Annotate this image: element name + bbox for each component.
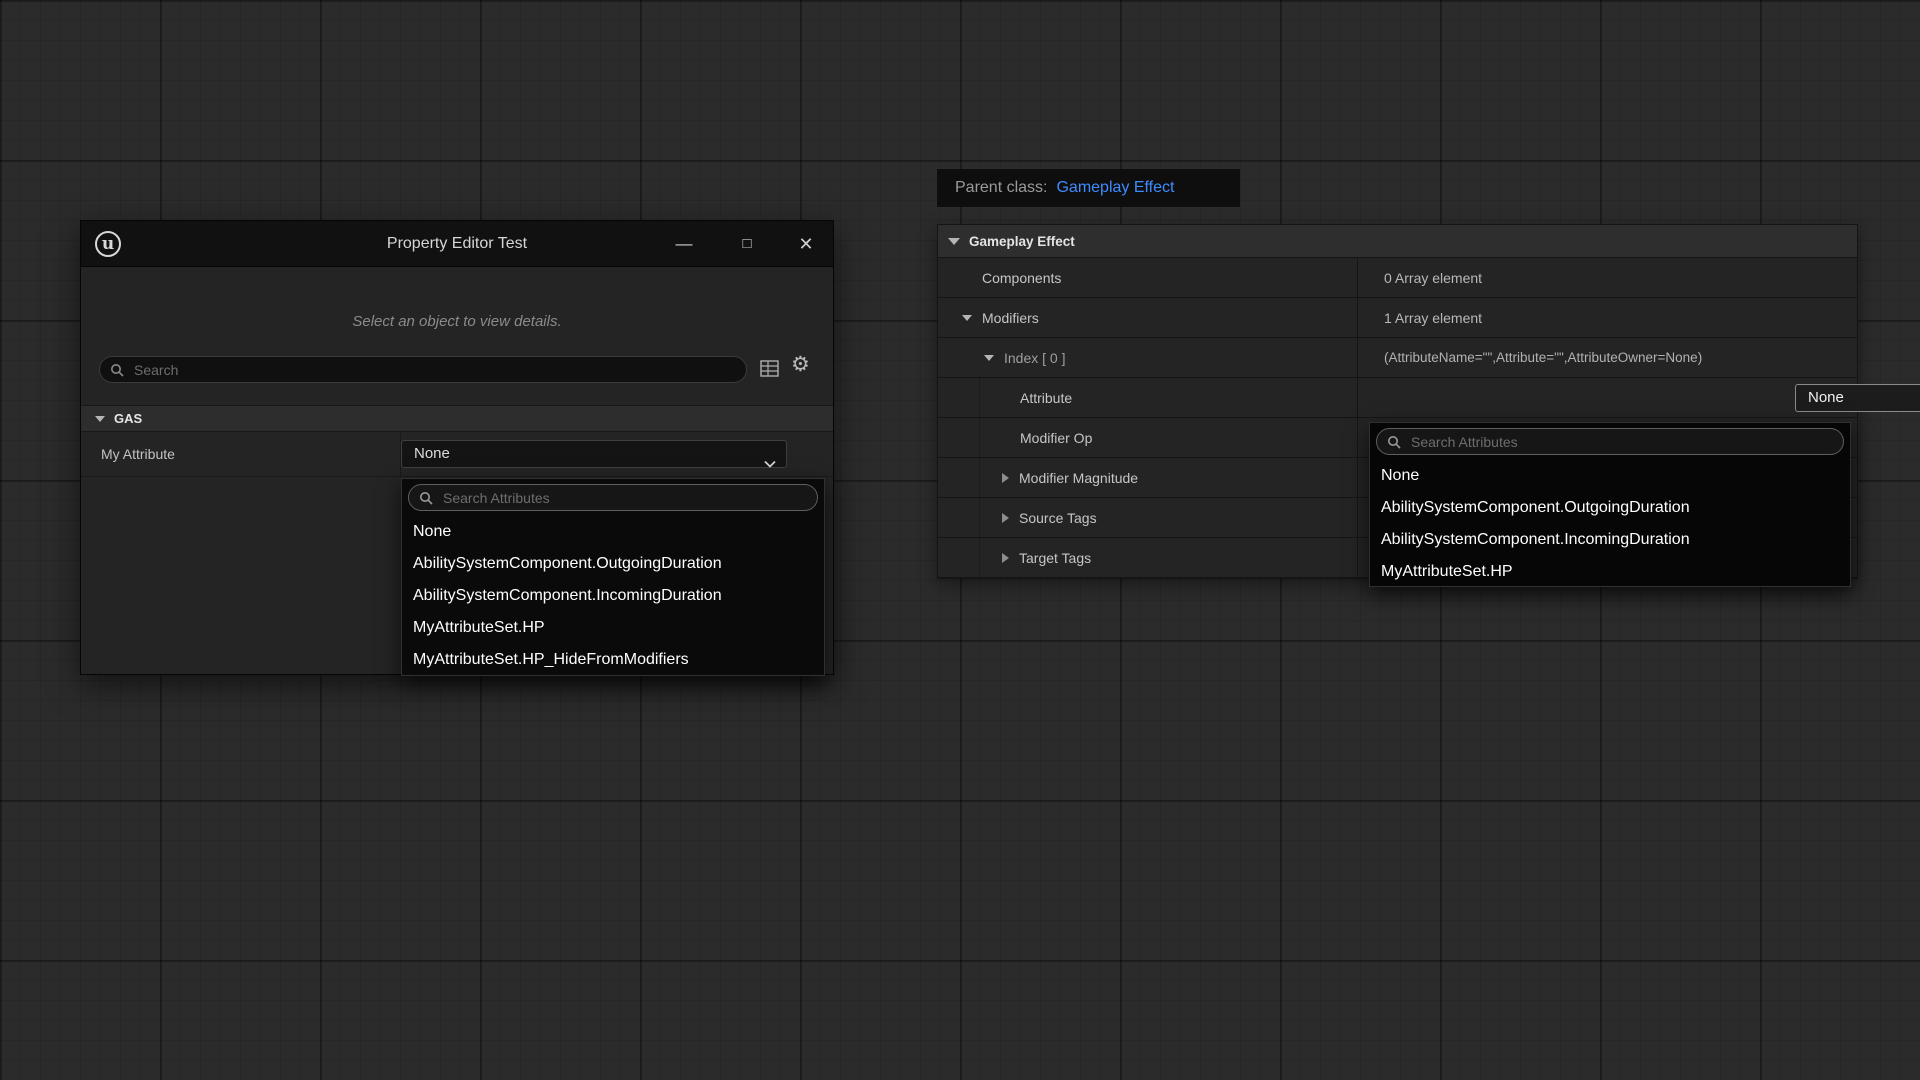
dropdown-item[interactable]: None: [1370, 460, 1850, 492]
maximize-button[interactable]: □: [724, 221, 770, 267]
category-label: GAS: [114, 411, 142, 426]
row-attribute: Attribute None: [938, 378, 1857, 418]
category-label: Gameplay Effect: [969, 234, 1075, 249]
attribute-combobox[interactable]: None: [1795, 384, 1920, 412]
empty-selection-hint: Select an object to view details.: [81, 313, 833, 330]
expander-down-icon[interactable]: [984, 355, 994, 361]
expander-down-icon: [948, 238, 960, 245]
row-components: Components 0 Array element: [938, 258, 1857, 298]
property-value-cell: None: [401, 432, 833, 476]
attribute-picker-dropdown: None AbilitySystemComponent.OutgoingDura…: [401, 478, 825, 676]
row-label: Source Tags: [1019, 510, 1097, 526]
struct-preview: (AttributeName="",Attribute="",Attribute…: [1384, 350, 1702, 365]
window-title: Property Editor Test: [81, 221, 833, 267]
settings-gear-icon[interactable]: ⚙: [791, 352, 810, 377]
search-icon: [1387, 435, 1401, 449]
dropdown-item[interactable]: AbilitySystemComponent.OutgoingDuration: [402, 548, 824, 580]
close-button[interactable]: ✕: [783, 221, 829, 267]
row-label: Modifier Magnitude: [1019, 470, 1138, 486]
row-label: Index [ 0 ]: [1004, 350, 1065, 366]
dropdown-item[interactable]: AbilitySystemComponent.OutgoingDuration: [1370, 492, 1850, 524]
row-label: Target Tags: [1019, 550, 1091, 566]
chevron-down-icon: [764, 451, 776, 477]
dropdown-item[interactable]: AbilitySystemComponent.IncomingDuration: [402, 580, 824, 612]
details-panel: Gameplay Effect Components 0 Array eleme…: [937, 224, 1858, 579]
parent-class-bar: Parent class: Gameplay Effect: [937, 169, 1240, 207]
expander-right-icon[interactable]: [1002, 473, 1009, 483]
parent-class-label: Parent class:: [955, 179, 1047, 197]
row-index-0: Index [ 0 ] (AttributeName="",Attribute=…: [938, 338, 1857, 378]
search-icon: [419, 491, 433, 505]
dropdown-item[interactable]: AbilitySystemComponent.IncomingDuration: [1370, 524, 1850, 556]
my-attribute-combobox[interactable]: None: [401, 440, 787, 468]
property-editor-window: u Property Editor Test — □ ✕ Select an o…: [80, 220, 834, 675]
dropdown-item[interactable]: MyAttributeSet.HP: [1370, 556, 1850, 588]
dropdown-item[interactable]: MyAttributeSet.HP_HideFromModifiers: [402, 644, 824, 676]
expander-right-icon[interactable]: [1002, 513, 1009, 523]
dropdown-search-box[interactable]: [408, 484, 818, 511]
view-options-icon[interactable]: [760, 360, 779, 382]
expander-down-icon: [95, 416, 105, 422]
expander-right-icon[interactable]: [1002, 553, 1009, 563]
category-gas[interactable]: GAS: [81, 405, 833, 432]
dropdown-search-input[interactable]: [441, 489, 807, 507]
dropdown-search-box[interactable]: [1376, 428, 1844, 455]
search-icon: [110, 363, 124, 377]
parent-class-link[interactable]: Gameplay Effect: [1056, 179, 1174, 197]
expander-down-icon[interactable]: [962, 315, 972, 321]
property-label: My Attribute: [81, 432, 401, 476]
row-label: Components: [938, 270, 1061, 286]
desktop-grid-background: u Property Editor Test — □ ✕ Select an o…: [0, 0, 1920, 1080]
array-count: 0 Array element: [1384, 270, 1482, 286]
attribute-picker-dropdown: None AbilitySystemComponent.OutgoingDura…: [1369, 422, 1851, 587]
dropdown-search-input[interactable]: [1409, 433, 1833, 451]
combobox-value: None: [1808, 389, 1844, 406]
search-box[interactable]: [99, 356, 747, 383]
array-count: 1 Array element: [1384, 310, 1482, 326]
combobox-value: None: [414, 445, 450, 462]
row-label: Modifier Op: [1020, 430, 1092, 446]
row-modifiers: Modifiers 1 Array element: [938, 298, 1857, 338]
category-gameplay-effect[interactable]: Gameplay Effect: [938, 225, 1857, 258]
dropdown-item[interactable]: None: [402, 516, 824, 548]
search-input[interactable]: [132, 361, 736, 379]
window-titlebar[interactable]: u Property Editor Test — □ ✕: [81, 221, 833, 267]
row-label: Modifiers: [982, 310, 1039, 326]
minimize-button[interactable]: —: [661, 221, 707, 267]
row-label: Attribute: [1020, 390, 1072, 406]
dropdown-item[interactable]: MyAttributeSet.HP: [402, 612, 824, 644]
property-row-my-attribute: My Attribute None: [81, 432, 833, 477]
